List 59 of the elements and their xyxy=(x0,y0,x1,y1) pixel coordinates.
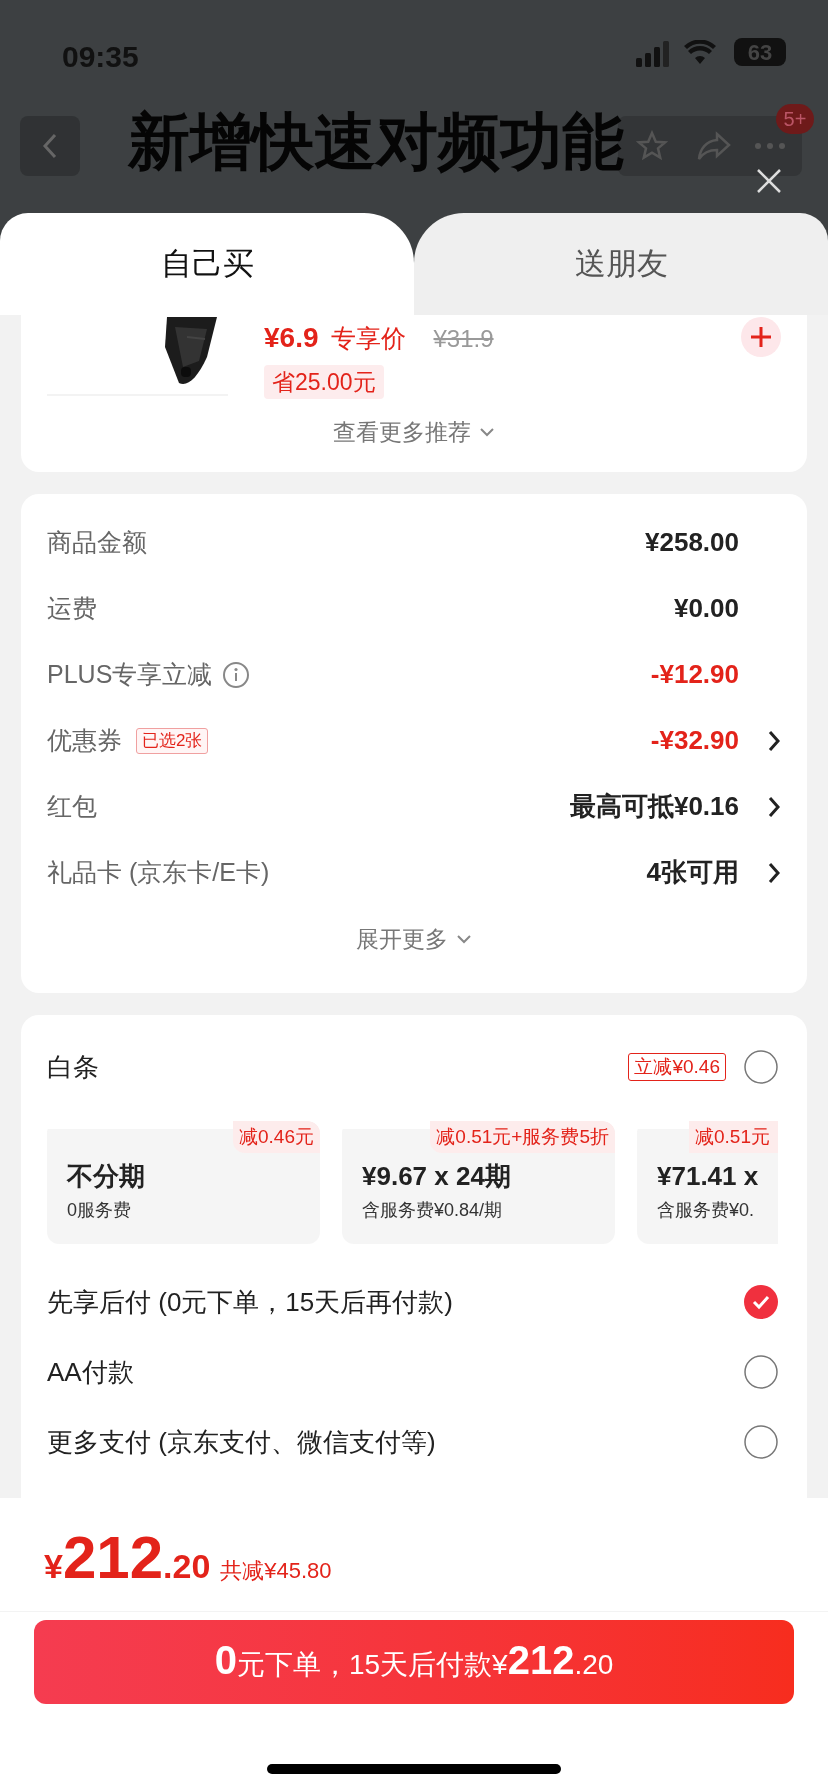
row-label: 优惠券 xyxy=(47,724,122,756)
discount-badge: 立减¥0.46 xyxy=(628,1053,726,1081)
row-label: PLUS专享立减 xyxy=(47,658,213,690)
pay-button[interactable]: 0元下单，15天后付款¥212.20 xyxy=(34,1620,794,1704)
payment-option-label: AA付款 xyxy=(47,1355,134,1389)
back-icon[interactable] xyxy=(41,132,59,160)
star-icon[interactable] xyxy=(636,130,668,162)
signal-icon xyxy=(636,41,672,67)
tab[interactable]: 送朋友 xyxy=(414,213,828,315)
payment-option-label: 更多支付 (京东支付、微信支付等) xyxy=(47,1425,436,1459)
row-label: 红包 xyxy=(47,790,97,822)
row-value: 4张可用 xyxy=(646,856,739,889)
radio-button[interactable] xyxy=(744,1050,778,1084)
expand-more-link[interactable]: 展开更多 xyxy=(356,921,472,956)
chevron-right-icon[interactable] xyxy=(767,861,781,884)
discount-tag: 减0.51元 xyxy=(689,1121,778,1153)
row-value: ¥258.00 xyxy=(645,526,739,559)
plan-note: 含服务费¥0.84/期 xyxy=(362,1199,504,1222)
row-label: 商品金额 xyxy=(47,526,147,558)
notification-badge: 5+ xyxy=(776,104,814,134)
payment-option-label: 白条 xyxy=(47,1050,99,1084)
plan-title: 不分期 xyxy=(67,1160,146,1193)
payment-option-label: 先享后付 (0元下单，15天后再付款) xyxy=(47,1285,453,1319)
wifi-icon xyxy=(684,40,716,64)
chevron-down-icon xyxy=(479,427,495,438)
checked-radio[interactable] xyxy=(744,1285,778,1319)
radio-button[interactable] xyxy=(744,1425,778,1459)
plan-title: ¥71.41 x xyxy=(657,1160,760,1193)
close-icon[interactable] xyxy=(756,168,782,194)
caption-text: 新增快速对频功能 xyxy=(128,106,624,178)
total-price: ¥212.20 xyxy=(44,1528,211,1592)
selected-coupons-badge: 已选2张 xyxy=(136,727,209,754)
row-label: 礼品卡 (京东卡/E卡) xyxy=(47,856,270,888)
discount-tag: 减0.51元+服务费5折 xyxy=(430,1121,615,1153)
info-icon[interactable] xyxy=(222,660,251,689)
tab[interactable]: 自己买 xyxy=(0,213,414,315)
original-price: ¥31.9 xyxy=(433,324,494,354)
total-savings: 共减¥45.80 xyxy=(220,1557,332,1585)
plan-title: ¥9.67 x 24期 xyxy=(362,1160,512,1193)
installment-card[interactable]: 减0.51元+服务费5折 ¥9.67 x 24期 含服务费¥0.84/期 xyxy=(342,1121,615,1244)
price-tag: 专享价 xyxy=(330,320,406,358)
chevron-down-icon xyxy=(456,933,472,944)
discount-tag: 减0.46元 xyxy=(233,1121,320,1153)
product-price: ¥6.9 xyxy=(264,321,319,355)
radio-button[interactable] xyxy=(744,1355,778,1389)
row-value: -¥32.90 xyxy=(650,724,739,757)
installment-card[interactable]: 减0.51元 ¥71.41 x 含服务费¥0. xyxy=(637,1121,778,1244)
more-recommendations-link[interactable]: 查看更多推荐 xyxy=(333,415,495,450)
saving-badge: 省25.00元 xyxy=(264,365,384,399)
chevron-right-icon[interactable] xyxy=(767,729,781,752)
row-value: ¥0.00 xyxy=(673,592,739,625)
installment-card[interactable]: 减0.46元 不分期 0服务费 xyxy=(47,1121,320,1244)
chevron-right-icon[interactable] xyxy=(767,795,781,818)
row-label: 运费 xyxy=(47,592,97,624)
row-value: 最高可抵¥0.16 xyxy=(569,790,739,823)
add-button[interactable] xyxy=(741,317,781,357)
plan-note: 0服务费 xyxy=(67,1199,132,1222)
plan-note: 含服务费¥0. xyxy=(657,1199,756,1222)
row-value: -¥12.90 xyxy=(650,658,739,691)
